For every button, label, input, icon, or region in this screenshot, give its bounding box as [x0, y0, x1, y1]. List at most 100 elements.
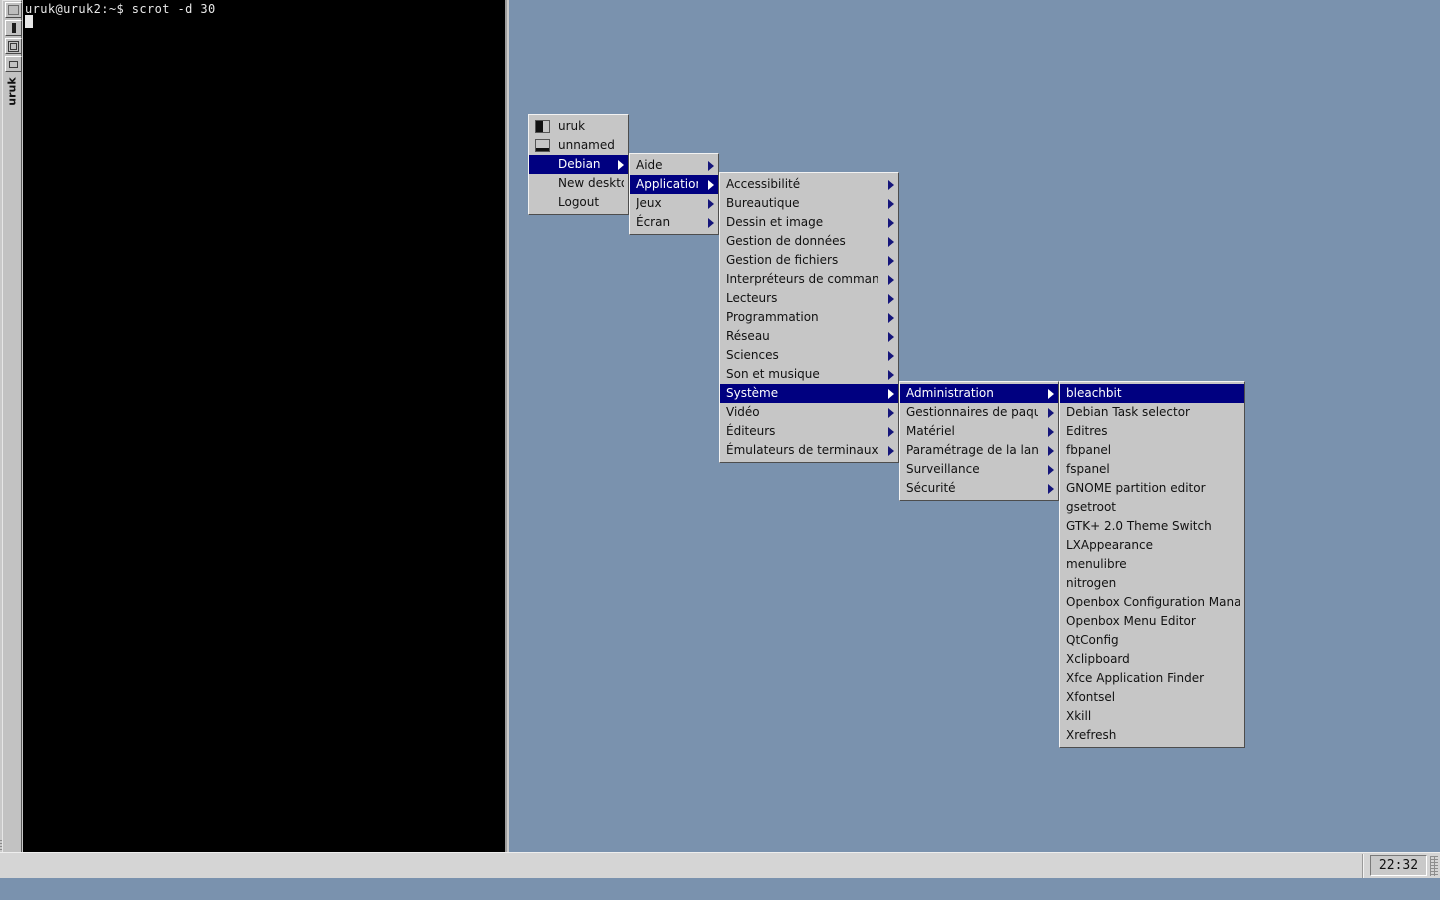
desktop-root[interactable]: uruk ✕ uruk@uruk2:~$ scrot -d 30 uruk unn… [0, 0, 1440, 900]
terminal-screen[interactable]: uruk@uruk2:~$ scrot -d 30 [23, 0, 507, 874]
terminal-prompt-line: uruk@uruk2:~$ scrot -d 30 [25, 2, 216, 16]
menu-item-label: Dessin et image [726, 215, 824, 229]
menu-item-debian[interactable]: Debian [529, 155, 628, 174]
menu-item-editeurs[interactable]: Éditeurs [720, 422, 898, 441]
window-menu-glyph [8, 5, 19, 15]
menu-item-xfce-application-finder[interactable]: Xfce Application Finder [1060, 669, 1244, 688]
menu-item-label: Interpréteurs de commandes [726, 272, 878, 286]
clock[interactable]: 22:32 [1370, 855, 1427, 876]
menu-item-label: Administration [906, 386, 994, 400]
menu-item-programmation[interactable]: Programmation [720, 308, 898, 327]
menu-item-label: Jeux [636, 196, 662, 210]
menu-item-bureautique[interactable]: Bureautique [720, 194, 898, 213]
menu-item-fspanel[interactable]: fspanel [1060, 460, 1244, 479]
menu-item-jeux[interactable]: Jeux [630, 194, 718, 213]
submenu-arrow-icon [1048, 407, 1054, 418]
applications-menu[interactable]: Accessibilité Bureautique Dessin et image G… [719, 172, 899, 463]
menu-item-surveillance[interactable]: Surveillance [900, 460, 1058, 479]
menu-item-label: Matériel [906, 424, 955, 438]
menu-item-xclipboard[interactable]: Xclipboard [1060, 650, 1244, 669]
terminal-window[interactable]: uruk ✕ uruk@uruk2:~$ scrot -d 30 [0, 0, 509, 878]
menu-item-label: fbpanel [1066, 443, 1112, 457]
menu-item-label: GTK+ 2.0 Theme Switch [1066, 519, 1212, 533]
menu-item-ecran[interactable]: Écran [630, 213, 718, 232]
menu-item-bleachbit[interactable]: bleachbit [1060, 384, 1244, 403]
menu-item-label: Gestion de données [726, 234, 846, 248]
menu-item-aide[interactable]: Aide [630, 156, 718, 175]
menu-item-emulateurs-de-terminaux[interactable]: Émulateurs de terminaux [720, 441, 898, 460]
menu-item-label: Vidéo [726, 405, 760, 419]
submenu-arrow-icon [888, 293, 894, 304]
menu-item-gnome-partition-editor[interactable]: GNOME partition editor [1060, 479, 1244, 498]
submenu-arrow-icon [888, 331, 894, 342]
menu-item-logout[interactable]: Logout [529, 193, 628, 212]
menu-item-label: Debian Task selector [1066, 405, 1190, 419]
menu-item-lxappearance[interactable]: LXAppearance [1060, 536, 1244, 555]
submenu-arrow-icon [1048, 464, 1054, 475]
menu-item-uruk[interactable]: uruk [529, 117, 628, 136]
menu-item-systeme[interactable]: Système [720, 384, 898, 403]
menu-item-interpreteurs-de-commandes[interactable]: Interpréteurs de commandes [720, 270, 898, 289]
debian-menu[interactable]: Aide Applications Jeux Écran [629, 153, 719, 235]
submenu-arrow-icon [888, 217, 894, 228]
menu-item-gtk-2-0-theme-switch[interactable]: GTK+ 2.0 Theme Switch [1060, 517, 1244, 536]
menu-item-dessin-et-image[interactable]: Dessin et image [720, 213, 898, 232]
menu-item-debian-task-selector[interactable]: Debian Task selector [1060, 403, 1244, 422]
window-title-label: uruk [5, 77, 19, 106]
menu-item-unnamed[interactable]: unnamed [529, 136, 628, 155]
menu-item-label: nitrogen [1066, 576, 1117, 590]
menu-item-applications[interactable]: Applications [630, 175, 718, 194]
systeme-menu[interactable]: Administration Gestionnaires de paquets Ma… [899, 381, 1059, 501]
menu-item-accessibilite[interactable]: Accessibilité [720, 175, 898, 194]
menu-item-reseau[interactable]: Réseau [720, 327, 898, 346]
menu-item-label: Xfontsel [1066, 690, 1116, 704]
administration-menu[interactable]: bleachbit Debian Task selector Editres fbpa… [1059, 381, 1245, 748]
menu-item-parametrage-de-la-langue[interactable]: Paramétrage de la langue [900, 441, 1058, 460]
menu-item-label: Programmation [726, 310, 819, 324]
submenu-arrow-icon [888, 350, 894, 361]
taskbar-handle-grip[interactable] [1430, 856, 1438, 876]
menu-item-label: Accessibilité [726, 177, 801, 191]
menu-item-label: Debian [558, 157, 601, 171]
menu-item-openbox-configuration-manager[interactable]: Openbox Configuration Manager [1060, 593, 1244, 612]
taskbar-tasklist[interactable] [10, 853, 1380, 879]
menu-item-lecteurs[interactable]: Lecteurs [720, 289, 898, 308]
menu-item-gestion-de-donnees[interactable]: Gestion de données [720, 232, 898, 251]
window-icon-half [535, 120, 550, 133]
menu-item-administration[interactable]: Administration [900, 384, 1058, 403]
menu-item-menulibre[interactable]: menulibre [1060, 555, 1244, 574]
menu-item-materiel[interactable]: Matériel [900, 422, 1058, 441]
menu-item-label: Sécurité [906, 481, 956, 495]
submenu-arrow-icon [1048, 483, 1054, 494]
menu-item-label: Sciences [726, 348, 779, 362]
menu-item-openbox-menu-editor[interactable]: Openbox Menu Editor [1060, 612, 1244, 631]
submenu-arrow-icon [888, 369, 894, 380]
menu-item-xrefresh[interactable]: Xrefresh [1060, 726, 1244, 745]
menu-item-label: Écran [636, 215, 671, 229]
menu-item-gestionnaires-de-paquets[interactable]: Gestionnaires de paquets [900, 403, 1058, 422]
menu-item-label: unnamed [558, 138, 615, 152]
menu-item-label: QtConfig [1066, 633, 1119, 647]
menu-item-gestion-de-fichiers[interactable]: Gestion de fichiers [720, 251, 898, 270]
maximize-button[interactable] [5, 38, 22, 54]
menu-item-xfontsel[interactable]: Xfontsel [1060, 688, 1244, 707]
menu-item-securite[interactable]: Sécurité [900, 479, 1058, 498]
menu-item-editres[interactable]: Editres [1060, 422, 1244, 441]
menu-item-label: Xkill [1066, 709, 1092, 723]
root-menu[interactable]: uruk unnamed Debian New desktop Logout [528, 114, 629, 215]
menu-item-label: Gestionnaires de paquets [906, 405, 1038, 419]
menu-item-qtconfig[interactable]: QtConfig [1060, 631, 1244, 650]
menu-item-sciences[interactable]: Sciences [720, 346, 898, 365]
menu-item-fbpanel[interactable]: fbpanel [1060, 441, 1244, 460]
submenu-arrow-icon [888, 255, 894, 266]
menu-item-gsetroot[interactable]: gsetroot [1060, 498, 1244, 517]
window-titlebar-vertical[interactable]: uruk ✕ [2, 0, 22, 878]
iconify-button[interactable] [5, 20, 22, 36]
window-menu-icon[interactable] [5, 2, 22, 18]
menu-item-nitrogen[interactable]: nitrogen [1060, 574, 1244, 593]
menu-item-xkill[interactable]: Xkill [1060, 707, 1244, 726]
taskbar[interactable]: 22:32 [0, 852, 1440, 878]
menu-item-son-et-musique[interactable]: Son et musique [720, 365, 898, 384]
menu-item-new-desktop[interactable]: New desktop [529, 174, 628, 193]
menu-item-video[interactable]: Vidéo [720, 403, 898, 422]
